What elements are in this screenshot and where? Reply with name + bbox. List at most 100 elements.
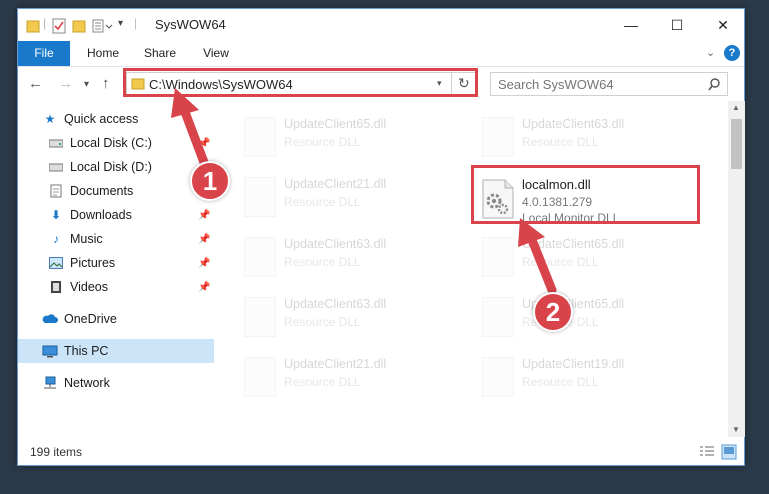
sidebar-item-this-pc[interactable]: This PC [18, 339, 214, 363]
scroll-down-icon[interactable]: ▼ [732, 425, 740, 434]
sidebar-item-label: OneDrive [64, 312, 117, 326]
file-description: Resource DLL [284, 315, 361, 329]
drive-icon [48, 159, 64, 175]
computer-icon [42, 343, 58, 359]
file-list: UpdateClient65.dll Resource DLL UpdateCl… [214, 101, 728, 437]
navigation-pane: ★ Quick access Local Disk (C:) 📌 Local Di… [18, 101, 214, 437]
file-name: UpdateClient21.dll [284, 177, 387, 191]
chevron-down-icon[interactable]: ⌄ [706, 46, 715, 59]
dropdown-arrow-icon[interactable]: ▾ [118, 18, 123, 34]
sidebar-item-pictures[interactable]: Pictures 📌 [18, 251, 214, 275]
file-description: Resource DLL [522, 135, 599, 149]
dll-file-icon [244, 117, 276, 157]
sidebar-item-label: Videos [70, 280, 108, 294]
sidebar-item-videos[interactable]: Videos 📌 [18, 275, 214, 299]
dll-file-icon [244, 177, 276, 217]
minimize-icon: — [624, 17, 638, 33]
dll-file-icon [244, 237, 276, 277]
vertical-scrollbar[interactable]: ▲ ▼ [728, 101, 745, 437]
step-2-badge: 2 [533, 292, 573, 332]
sidebar-item-music[interactable]: ♪ Music 📌 [18, 227, 214, 251]
search-icon[interactable] [708, 78, 721, 91]
maximize-button[interactable]: ☐ [654, 9, 700, 41]
file-item[interactable]: UpdateClient63.dll Resource DLL [240, 235, 470, 285]
file-item[interactable]: UpdateClient21.dll Resource DLL [240, 355, 470, 405]
sidebar-item-label: Network [64, 376, 110, 390]
pin-icon: 📌 [198, 209, 211, 221]
up-arrow-icon[interactable]: ↑ [102, 75, 110, 92]
status-bar: 199 items [18, 439, 744, 465]
forward-arrow-icon[interactable]: → [58, 75, 73, 92]
file-name: UpdateClient19.dll [522, 357, 625, 371]
close-icon: ✕ [717, 16, 729, 33]
pin-icon: 📌 [198, 137, 211, 149]
help-icon[interactable]: ? [724, 45, 740, 61]
window-title: SysWOW64 [155, 17, 226, 32]
file-description: Resource DLL [284, 135, 361, 149]
details-view-icon[interactable] [699, 445, 715, 459]
music-icon: ♪ [53, 232, 59, 246]
step-1-badge: 1 [190, 161, 230, 201]
sidebar-item-onedrive[interactable]: OneDrive [18, 307, 214, 331]
customize-quick-access-icon[interactable] [92, 18, 114, 34]
sidebar-item-quick-access[interactable]: ★ Quick access [18, 107, 214, 131]
file-name: UpdateClient63.dll [522, 117, 625, 131]
file-item[interactable]: UpdateClient21.dll Resource DLL [240, 175, 470, 225]
sidebar-item-label: Downloads [70, 208, 132, 222]
title-bar: | ▾ | SysWOW64 — ☐ ✕ [18, 9, 744, 41]
search-input[interactable] [498, 75, 698, 93]
close-button[interactable]: ✕ [700, 9, 746, 41]
search-box[interactable] [490, 72, 728, 96]
large-icons-view-icon[interactable] [721, 444, 737, 460]
dll-file-icon [244, 357, 276, 397]
recent-locations-icon[interactable]: ▾ [84, 79, 89, 90]
sidebar-item-label: Pictures [70, 256, 116, 270]
file-description: Resource DLL [522, 375, 599, 389]
star-icon: ★ [44, 112, 56, 126]
minimize-button[interactable]: — [608, 9, 654, 41]
back-arrow-icon[interactable]: ← [28, 75, 43, 92]
file-item[interactable]: UpdateClient65.dll Resource DLL [478, 295, 708, 345]
file-item[interactable]: UpdateClient19.dll Resource DLL [478, 355, 708, 405]
file-description: Resource DLL [284, 375, 361, 389]
item-count: 199 items [30, 445, 83, 459]
properties-icon[interactable] [52, 18, 66, 34]
sidebar-item-local-disk-d[interactable]: Local Disk (D:) [18, 155, 214, 179]
tab-file[interactable]: File [18, 41, 70, 66]
dll-file-icon [482, 237, 514, 277]
document-icon [48, 183, 64, 199]
file-description: Resource DLL [284, 255, 361, 269]
address-highlight-box [123, 68, 478, 97]
separator: | [43, 16, 47, 30]
tab-view[interactable]: View [194, 41, 238, 66]
file-description: Resource DLL [284, 195, 361, 209]
sidebar-item-label: Quick access [64, 112, 139, 126]
sidebar-item-local-disk-c[interactable]: Local Disk (C:) 📌 [18, 131, 214, 155]
pin-icon: 📌 [198, 257, 211, 269]
sidebar-item-downloads[interactable]: ⬇ Downloads 📌 [18, 203, 214, 227]
sidebar-item-label: Local Disk (D:) [70, 160, 152, 174]
sidebar-item-network[interactable]: Network [18, 371, 214, 395]
file-name: UpdateClient63.dll [284, 237, 387, 251]
sidebar-item-label: Documents [70, 184, 134, 198]
file-highlight-box [471, 165, 700, 224]
video-icon [48, 279, 64, 295]
dll-file-icon [482, 357, 514, 397]
ribbon-tabs: File Home Share View ⌄ ? [18, 41, 744, 67]
file-item[interactable]: UpdateClient63.dll Resource DLL [240, 295, 470, 345]
file-item[interactable]: UpdateClient65.dll Resource DLL [478, 235, 708, 285]
file-description: Resource DLL [522, 255, 599, 269]
scroll-thumb[interactable] [731, 119, 742, 169]
dll-file-icon [482, 117, 514, 157]
file-item[interactable]: UpdateClient65.dll Resource DLL [240, 115, 470, 165]
dll-file-icon [482, 297, 514, 337]
tab-share[interactable]: Share [136, 41, 184, 66]
new-folder-icon[interactable] [72, 18, 86, 34]
tab-home[interactable]: Home [80, 41, 126, 66]
file-name: UpdateClient63.dll [284, 297, 387, 311]
sidebar-item-documents[interactable]: Documents 📌 [18, 179, 214, 203]
scroll-up-icon[interactable]: ▲ [732, 103, 740, 112]
folder-icon[interactable] [26, 18, 40, 34]
cloud-icon [42, 311, 58, 327]
file-item[interactable]: UpdateClient63.dll Resource DLL [478, 115, 708, 165]
